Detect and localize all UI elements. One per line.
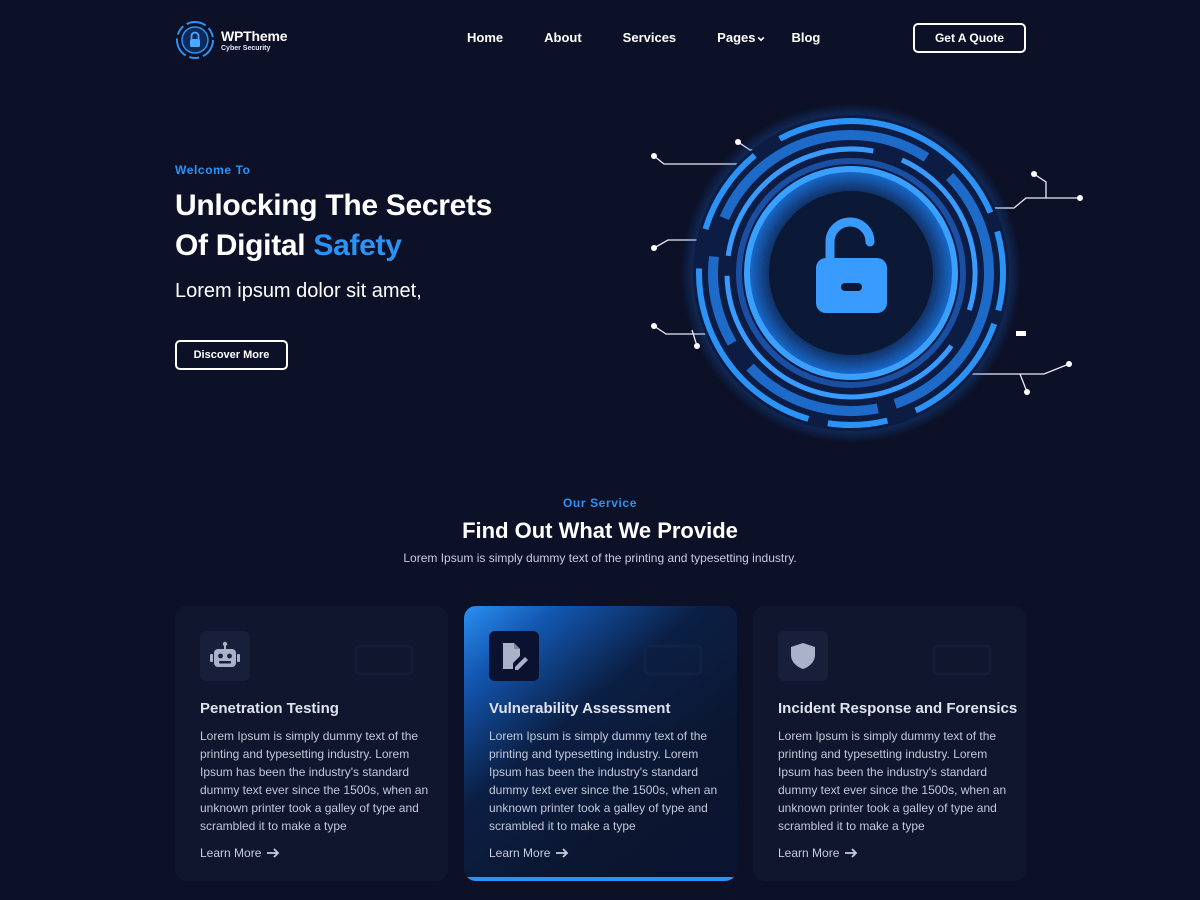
nav-item-blog[interactable]: Blog xyxy=(791,30,820,45)
learn-more-link[interactable]: Learn More xyxy=(778,846,858,860)
hero-eyebrow: Welcome To xyxy=(175,163,251,177)
nav-item-pages-label: Pages xyxy=(717,30,756,45)
nav-item-about[interactable]: About xyxy=(544,30,582,45)
main-nav: Home About Services Pages Blog xyxy=(467,30,820,45)
card-title: Vulnerability Assessment xyxy=(489,700,671,717)
shield-icon xyxy=(791,643,815,669)
arrow-right-icon xyxy=(845,848,858,858)
service-card-vulnerability-assessment[interactable]: Vulnerability Assessment Lorem Ipsum is … xyxy=(464,606,737,881)
nav-item-pages[interactable]: Pages xyxy=(717,30,765,45)
brand-name: WPTheme xyxy=(221,27,288,44)
card-watermark-icon xyxy=(354,644,414,676)
card-title: Penetration Testing xyxy=(200,700,339,717)
discover-more-button[interactable]: Discover More xyxy=(175,340,288,370)
card-watermark-icon xyxy=(932,644,992,676)
hero-subtitle: Lorem ipsum dolor sit amet, xyxy=(175,280,422,302)
learn-more-label: Learn More xyxy=(200,846,262,860)
card-description: Lorem Ipsum is simply dummy text of the … xyxy=(489,729,718,833)
services-title: Find Out What We Provide xyxy=(462,518,738,543)
card-icon-box xyxy=(489,631,539,681)
learn-more-label: Learn More xyxy=(778,846,840,860)
card-description: Lorem Ipsum is simply dummy text of the … xyxy=(778,729,1007,833)
learn-more-link[interactable]: Learn More xyxy=(489,846,569,860)
padlock-logo-icon xyxy=(175,20,215,60)
card-title: Incident Response and Forensics xyxy=(778,700,1018,717)
site-header: WPTheme Cyber Security Home About Servic… xyxy=(0,0,1200,78)
nav-item-home[interactable]: Home xyxy=(467,30,503,45)
hero-title: Unlocking The Secrets Of Digital Safety xyxy=(175,186,492,266)
card-watermark-icon xyxy=(643,644,703,676)
card-description: Lorem Ipsum is simply dummy text of the … xyxy=(200,729,429,833)
nav-item-services[interactable]: Services xyxy=(623,30,677,45)
get-a-quote-button[interactable]: Get A Quote xyxy=(913,23,1026,53)
service-card-penetration-testing[interactable]: Penetration Testing Lorem Ipsum is simpl… xyxy=(175,606,448,881)
chevron-down-icon xyxy=(758,36,765,41)
card-icon-box xyxy=(200,631,250,681)
brand-tagline: Cyber Security xyxy=(221,44,271,52)
learn-more-label: Learn More xyxy=(489,846,551,860)
hero-title-accent: Safety xyxy=(313,229,402,262)
card-icon-box xyxy=(778,631,828,681)
brand-logo[interactable]: WPTheme Cyber Security xyxy=(175,20,287,60)
learn-more-link[interactable]: Learn More xyxy=(200,846,280,860)
services-eyebrow: Our Service xyxy=(563,496,637,510)
document-edit-icon xyxy=(503,643,528,670)
arrow-right-icon xyxy=(267,848,280,858)
hero-title-line1: Unlocking The Secrets xyxy=(175,189,493,222)
arrow-right-icon xyxy=(556,848,569,858)
hero-title-line2-prefix: Of Digital xyxy=(175,229,314,262)
cyber-lock-illustration xyxy=(640,100,1100,445)
services-description: Lorem Ipsum is simply dummy text of the … xyxy=(403,551,797,565)
service-card-incident-response[interactable]: Incident Response and Forensics Lorem Ip… xyxy=(753,606,1026,881)
robot-icon xyxy=(210,641,240,667)
